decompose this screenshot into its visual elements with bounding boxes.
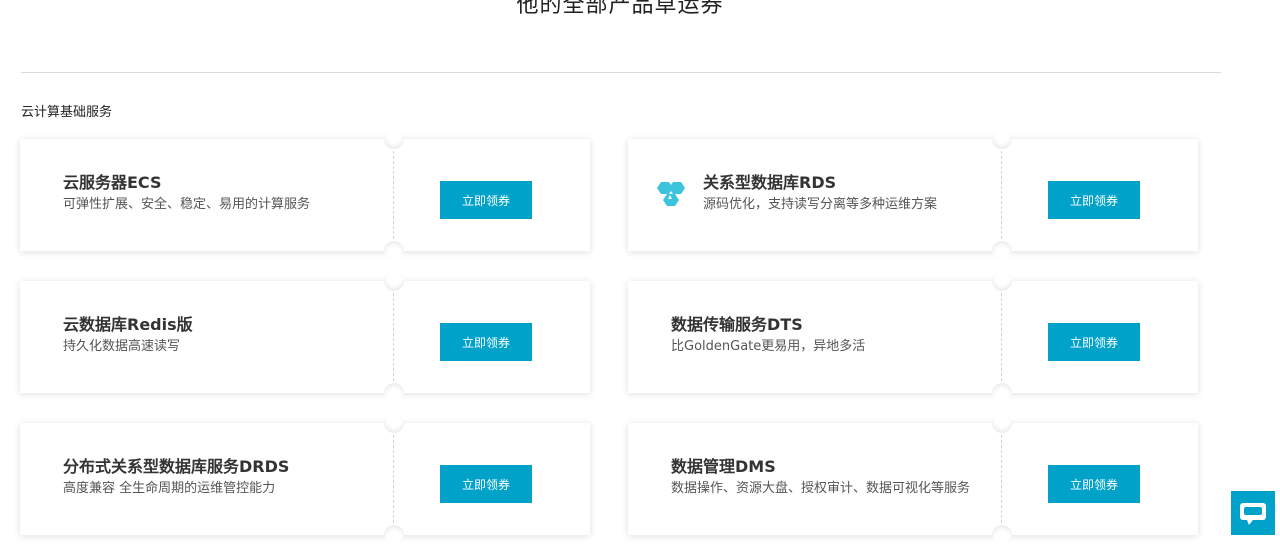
ticket-notch-bottom [992, 383, 1012, 403]
claim-coupon-button[interactable]: 立即领券 [440, 465, 532, 503]
product-name: 数据传输服务DTS [671, 315, 803, 334]
coupon-card-dms: 数据管理DMS 数据操作、资源大盘、授权审计、数据可视化等服务 立即领券 [628, 413, 1198, 545]
coupon-card-redis: 云数据库Redis版 持久化数据高速读写 立即领券 [20, 271, 590, 403]
product-name: 云服务器ECS [63, 173, 162, 192]
ticket-notch-top [992, 271, 1012, 291]
product-name: 数据管理DMS [671, 457, 776, 476]
section-title: 他的全部产品草运券 [516, 0, 724, 18]
ticket-notch-top [384, 129, 404, 149]
claim-coupon-button[interactable]: 立即领券 [1048, 465, 1140, 503]
section-divider [21, 72, 1221, 73]
ticket-perforation [393, 151, 394, 239]
hexagon-cluster-icon [657, 182, 685, 206]
product-description: 比GoldenGate更易用，异地多活 [671, 339, 866, 354]
chat-widget-button[interactable] [1231, 491, 1275, 535]
ticket-notch-bottom [384, 383, 404, 403]
ticket-perforation [1001, 435, 1002, 523]
claim-coupon-button[interactable]: 立即领券 [1048, 181, 1140, 219]
coupon-card-drds: 分布式关系型数据库服务DRDS 高度兼容 全生命周期的运维管控能力 立即领券 [20, 413, 590, 545]
ticket-notch-bottom [992, 241, 1012, 261]
ticket-notch-bottom [992, 525, 1012, 545]
claim-coupon-button[interactable]: 立即领券 [440, 181, 532, 219]
ticket-perforation [1001, 293, 1002, 381]
ticket-notch-bottom [384, 525, 404, 545]
chat-bubble-icon [1240, 503, 1266, 525]
claim-coupon-button[interactable]: 立即领券 [1048, 323, 1140, 361]
product-description: 数据操作、资源大盘、授权审计、数据可视化等服务 [671, 481, 971, 496]
claim-coupon-button[interactable]: 立即领券 [440, 323, 532, 361]
product-description: 高度兼容 全生命周期的运维管控能力 [63, 481, 276, 496]
product-name: 云数据库Redis版 [63, 315, 193, 334]
coupon-card-ecs: 云服务器ECS 可弹性扩展、安全、稳定、易用的计算服务 立即领券 [20, 129, 590, 261]
coupon-card-dts: 数据传输服务DTS 比GoldenGate更易用，异地多活 立即领券 [628, 271, 1198, 403]
ticket-perforation [393, 435, 394, 523]
product-name: 关系型数据库RDS [703, 173, 837, 192]
ticket-perforation [1001, 151, 1002, 239]
ticket-perforation [393, 293, 394, 381]
ticket-notch-bottom [384, 241, 404, 261]
product-description: 源码优化，支持读写分离等多种运维方案 [703, 197, 938, 212]
product-description: 持久化数据高速读写 [63, 339, 181, 354]
ticket-notch-top [384, 271, 404, 291]
coupon-card-rds: 关系型数据库RDS 源码优化，支持读写分离等多种运维方案 立即领券 [628, 129, 1198, 261]
ticket-notch-top [992, 413, 1012, 433]
ticket-notch-top [992, 129, 1012, 149]
ticket-notch-top [384, 413, 404, 433]
product-name: 分布式关系型数据库服务DRDS [63, 457, 290, 476]
product-description: 可弹性扩展、安全、稳定、易用的计算服务 [63, 197, 311, 212]
category-title: 云计算基础服务 [21, 105, 113, 120]
